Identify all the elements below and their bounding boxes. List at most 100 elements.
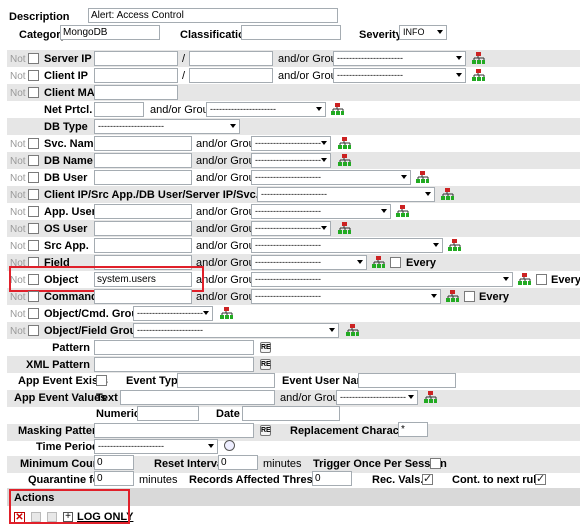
client-ip-not-checkbox[interactable] [28,70,39,81]
group-tree-icon[interactable] [396,205,409,217]
server-ip-not-checkbox[interactable] [28,53,39,64]
os-user-group-select[interactable]: ---------------------- [251,221,331,236]
group-tree-icon[interactable] [338,137,351,149]
object-field-group-select[interactable]: ---------------------- [133,323,339,338]
app-event-text-input[interactable] [120,390,275,405]
app-user-label: App. User [44,206,96,218]
net-prtcl-input[interactable] [94,102,144,117]
app-event-group-select[interactable]: ---------------------- [336,390,418,405]
quarantine-input[interactable]: 0 [94,471,134,486]
db-name-input[interactable] [94,153,192,168]
os-user-label: OS User [44,223,88,235]
client-src-not-checkbox[interactable] [28,189,39,200]
app-user-not-checkbox[interactable] [28,206,39,217]
svc-name-input[interactable] [94,136,192,151]
svc-name-group-select[interactable]: ---------------------- [251,136,331,151]
group-tree-icon[interactable] [518,273,531,285]
numeric-input[interactable] [137,406,199,421]
category-input[interactable]: MongoDB [60,25,160,40]
db-user-group-select[interactable]: ---------------------- [251,170,411,185]
field-every-checkbox[interactable] [390,257,401,268]
regex-button-icon[interactable]: RE [260,425,271,436]
app-user-input[interactable] [94,204,192,219]
src-app-not-checkbox[interactable] [28,240,39,251]
object-field-group-not-checkbox[interactable] [28,325,39,336]
date-input[interactable] [242,406,340,421]
event-type-label: Event Type [126,375,184,387]
db-name-group-select[interactable]: ---------------------- [251,153,331,168]
replacement-character-input[interactable]: * [398,422,428,437]
group-tree-icon[interactable] [424,391,437,403]
command-input[interactable] [94,289,192,304]
description-input[interactable]: Alert: Access Control [88,8,338,23]
regex-button-icon[interactable]: RE [260,359,271,370]
cont-next-rule-checkbox[interactable] [535,472,546,485]
command-every-checkbox[interactable] [464,291,475,302]
event-user-name-input[interactable] [358,373,456,388]
severity-select[interactable]: INFO [399,25,447,40]
client-src-group-select[interactable]: ---------------------- [257,187,435,202]
time-period-select[interactable]: ---------------------- [94,439,218,454]
client-ip-label: Client IP [44,70,89,82]
client-ip-input[interactable] [94,68,178,83]
src-app-group-select[interactable]: ---------------------- [251,238,443,253]
group-tree-icon[interactable] [472,52,485,64]
object-cmd-group-select[interactable]: ---------------------- [133,306,213,321]
event-type-input[interactable] [177,373,275,388]
regex-button-icon[interactable]: RE [260,342,271,353]
object-cmd-group-not-checkbox[interactable] [28,308,39,319]
group-tree-icon[interactable] [448,239,461,251]
minimum-count-input[interactable]: 0 [94,455,134,470]
xml-pattern-label: XML Pattern [26,359,90,371]
records-affected-input[interactable]: 0 [312,471,352,486]
group-tree-icon[interactable] [346,324,359,336]
masking-pattern-input[interactable] [94,423,254,438]
command-group-select[interactable]: ---------------------- [251,289,441,304]
group-tree-icon[interactable] [472,69,485,81]
client-ip-group-select[interactable]: ---------------------- [333,68,466,83]
group-tree-icon[interactable] [416,171,429,183]
db-user-input[interactable] [94,170,192,185]
app-user-group-select[interactable]: ---------------------- [251,204,391,219]
object-group-select[interactable]: ---------------------- [251,272,513,287]
group-tree-icon[interactable] [446,290,459,302]
command-not-checkbox[interactable] [28,291,39,302]
client-mac-not-checkbox[interactable] [28,87,39,98]
server-ip-group-select[interactable]: ---------------------- [333,51,466,66]
client-ip-mask-input[interactable] [189,68,273,83]
field-group-select[interactable]: ---------------------- [251,255,367,270]
object-cmd-group-label: Object/Cmd. Group [44,308,145,320]
not-label: Not [10,139,26,150]
os-user-input[interactable] [94,221,192,236]
classification-input[interactable] [241,25,341,40]
group-tree-icon[interactable] [338,154,351,166]
db-user-not-checkbox[interactable] [28,172,39,183]
group-tree-icon[interactable] [372,256,385,268]
pattern-input[interactable] [94,340,254,355]
rec-vals-checkbox[interactable] [422,472,433,485]
group-tree-icon[interactable] [338,222,351,234]
xml-pattern-input[interactable] [94,357,254,372]
group-tree-icon[interactable] [331,103,344,115]
svc-name-not-checkbox[interactable] [28,138,39,149]
object-every-checkbox[interactable] [536,274,547,285]
clock-icon[interactable] [224,440,235,451]
group-tree-icon[interactable] [220,307,233,319]
trigger-once-label: Trigger Once Per Session [313,458,447,470]
server-ip-label: Server IP [44,53,92,65]
src-app-input[interactable] [94,238,192,253]
net-prtcl-group-select[interactable]: ---------------------- [206,102,326,117]
os-user-not-checkbox[interactable] [28,223,39,234]
server-ip-input[interactable] [94,51,178,66]
client-mac-input[interactable] [94,85,178,100]
server-ip-mask-input[interactable] [189,51,273,66]
app-event-exists-checkbox[interactable] [96,375,107,386]
not-label: Not [10,241,26,252]
not-label: Not [10,309,26,320]
db-name-not-checkbox[interactable] [28,155,39,166]
trigger-once-checkbox[interactable] [430,458,441,469]
reset-interval-input[interactable]: 0 [218,455,258,470]
src-app-label: Src App. [44,240,89,252]
db-type-select[interactable]: ---------------------- [94,119,240,134]
group-tree-icon[interactable] [441,188,454,200]
